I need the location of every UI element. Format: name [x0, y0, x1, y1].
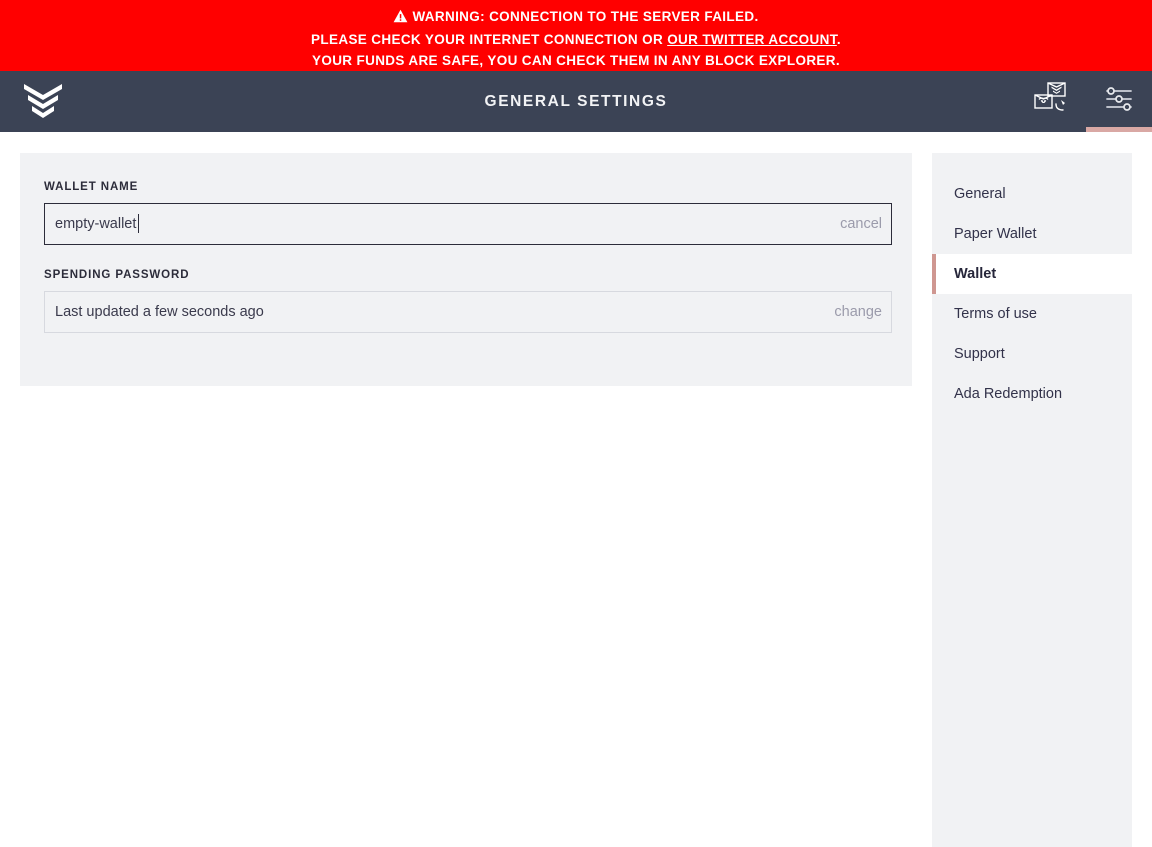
spending-password-row: Last updated a few seconds ago change [44, 291, 892, 333]
sidebar-item-label: Paper Wallet [954, 226, 1037, 242]
spending-password-label: SPENDING PASSWORD [44, 269, 190, 281]
warning-line-3: YOUR FUNDS ARE SAFE, YOU CAN CHECK THEM … [312, 53, 840, 68]
wallet-name-field-group: WALLET NAME cancel [44, 181, 892, 245]
sidebar-item-paper-wallet[interactable]: Paper Wallet [932, 214, 1132, 254]
sidebar-item-label: General [954, 186, 1006, 202]
sidebar-item-label: Terms of use [954, 306, 1037, 322]
warning-text-2-before: PLEASE CHECK YOUR INTERNET CONNECTION OR [311, 32, 668, 47]
warning-triangle-icon [393, 8, 408, 29]
spending-password-status: Last updated a few seconds ago [44, 291, 892, 333]
sidebar-item-label: Support [954, 346, 1005, 362]
settings-sidebar: General Paper Wallet Wallet Terms of use… [932, 153, 1132, 847]
warning-line-2: PLEASE CHECK YOUR INTERNET CONNECTION OR… [0, 29, 1152, 50]
text-cursor [138, 214, 139, 233]
server-connection-warning-banner: WARNING: CONNECTION TO THE SERVER FAILED… [0, 0, 1152, 71]
spending-password-field-group: SPENDING PASSWORD Last updated a few sec… [44, 269, 892, 333]
page-title: GENERAL SETTINGS [484, 92, 668, 110]
wallet-name-input[interactable] [44, 203, 892, 245]
wallet-switch-button[interactable] [1020, 71, 1086, 132]
page-body: WALLET NAME cancel SPENDING PASSWORD Las… [0, 132, 1152, 847]
topbar-actions [1020, 71, 1152, 132]
warning-text-1: WARNING: CONNECTION TO THE SERVER FAILED… [412, 9, 759, 24]
sidebar-item-label: Wallet [954, 266, 997, 282]
wallet-name-row: cancel [44, 203, 892, 245]
sliders-icon [1104, 86, 1134, 117]
settings-button[interactable] [1086, 71, 1152, 132]
twitter-account-link[interactable]: OUR TWITTER ACCOUNT [667, 32, 837, 47]
change-password-button[interactable]: change [834, 291, 882, 333]
wallet-switch-icon [1032, 80, 1074, 123]
sidebar-item-terms-of-use[interactable]: Terms of use [932, 294, 1132, 334]
sidebar-item-wallet[interactable]: Wallet [932, 254, 1132, 294]
wallet-settings-panel: WALLET NAME cancel SPENDING PASSWORD Las… [20, 153, 912, 386]
sidebar-item-support[interactable]: Support [932, 334, 1132, 374]
warning-line-1: WARNING: CONNECTION TO THE SERVER FAILED… [0, 6, 1152, 29]
app-topbar: GENERAL SETTINGS [0, 71, 1152, 132]
sidebar-item-general[interactable]: General [932, 174, 1132, 214]
sidebar-item-label: Ada Redemption [954, 386, 1063, 402]
cancel-button[interactable]: cancel [840, 203, 882, 245]
wallet-name-label: WALLET NAME [44, 181, 139, 193]
warning-text-2-after: . [836, 32, 841, 47]
sidebar-item-ada-redemption[interactable]: Ada Redemption [932, 374, 1132, 414]
